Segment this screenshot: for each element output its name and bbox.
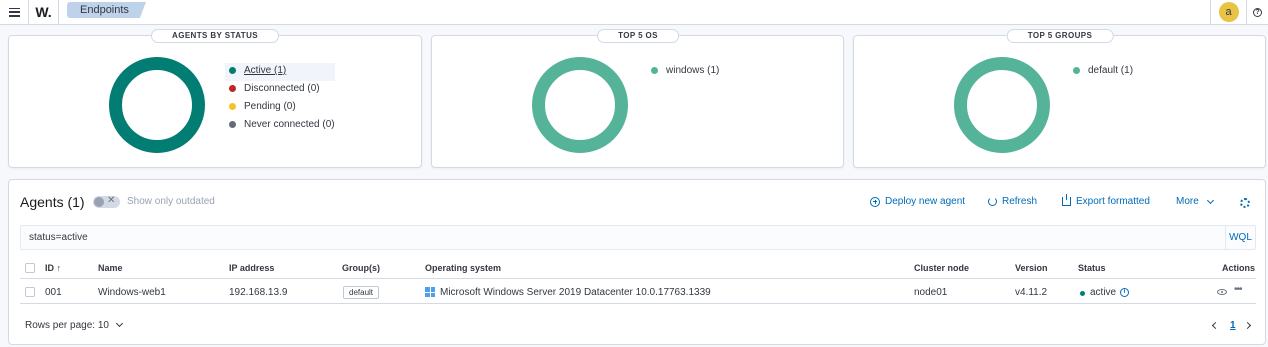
deploy-new-agent-button[interactable]: Deploy new agent	[870, 196, 965, 207]
agent-status: active	[1090, 287, 1117, 298]
search-bar[interactable]: status=active WQL	[20, 225, 1256, 250]
agents-by-status-panel: AGENTS BY STATUS Active (1) Disconnected…	[8, 29, 422, 168]
os-donut-chart[interactable]	[532, 57, 628, 153]
hamburger-icon	[8, 7, 20, 17]
agent-cluster-node: node01	[914, 287, 948, 298]
toggle-label: Show only outdated	[127, 196, 215, 207]
column-header-status[interactable]: Status	[1078, 263, 1106, 273]
rows-per-page-button[interactable]: Rows per page: 10	[25, 319, 123, 331]
top-bar: W. Endpoints a ?	[0, 0, 1268, 25]
windows-icon	[425, 287, 435, 297]
column-header-cluster-node[interactable]: Cluster node	[914, 263, 969, 273]
avatar: a	[1218, 2, 1239, 22]
agent-id[interactable]: 001	[45, 287, 62, 298]
status-dot-icon	[1080, 291, 1085, 296]
toggle-knob	[94, 197, 104, 207]
column-header-groups[interactable]: Group(s)	[342, 263, 380, 273]
chevron-right-icon	[1243, 321, 1252, 330]
column-header-version[interactable]: Version	[1015, 263, 1048, 273]
column-header-name[interactable]: Name	[98, 263, 123, 273]
info-icon[interactable]: i	[1120, 288, 1129, 297]
column-header-id[interactable]: ID ↑	[45, 263, 61, 273]
search-input[interactable]: status=active	[29, 232, 88, 243]
user-menu[interactable]: a	[1210, 0, 1246, 24]
agent-name[interactable]: Windows-web1	[98, 287, 166, 298]
close-icon: ✕	[107, 195, 116, 206]
next-page-button[interactable]	[1243, 320, 1252, 331]
default-dot-icon	[1073, 67, 1080, 74]
active-dot-icon	[229, 67, 236, 74]
help-icon: ?	[1253, 7, 1262, 17]
groups-legend: default (1)	[1073, 63, 1133, 81]
panel-title: TOP 5 OS	[597, 29, 679, 43]
agent-ip: 192.168.13.9	[229, 287, 288, 298]
chevron-left-icon	[1211, 321, 1220, 330]
more-actions-icon[interactable]: •••	[1234, 284, 1242, 295]
column-header-actions: Actions	[1222, 263, 1256, 273]
panel-title: TOP 5 GROUPS	[1006, 29, 1114, 43]
windows-dot-icon	[651, 67, 658, 74]
export-icon	[1062, 194, 1071, 206]
export-formatted-button[interactable]: Export formatted	[1062, 194, 1150, 207]
header-divider	[20, 278, 1256, 279]
top-5-groups-panel: TOP 5 GROUPS default (1)	[853, 29, 1266, 168]
menu-button[interactable]	[0, 0, 29, 24]
group-badge[interactable]: default	[343, 286, 380, 299]
disconnected-dot-icon	[229, 85, 236, 92]
legend-item-disconnected[interactable]: Disconnected (0)	[229, 81, 335, 99]
breadcrumb-endpoints[interactable]: Endpoints	[67, 2, 146, 18]
view-eye-icon[interactable]	[1217, 289, 1227, 295]
os-legend: windows (1)	[651, 63, 719, 81]
column-header-ip[interactable]: IP address	[229, 263, 274, 273]
legend-item-pending[interactable]: Pending (0)	[229, 99, 335, 117]
wql-button[interactable]: WQL	[1225, 226, 1255, 249]
refresh-icon	[988, 197, 997, 206]
help-button[interactable]: ?	[1246, 0, 1268, 24]
groups-donut-chart[interactable]	[954, 57, 1050, 153]
panel-title: AGENTS BY STATUS	[151, 29, 279, 43]
agent-os: Microsoft Windows Server 2019 Datacenter…	[440, 287, 711, 298]
refresh-button[interactable]: Refresh	[988, 196, 1037, 207]
status-donut-chart[interactable]	[109, 57, 205, 153]
app-logo[interactable]: W.	[29, 0, 59, 24]
chevron-down-icon	[1206, 196, 1214, 204]
agent-version: v4.11.2	[1015, 287, 1048, 298]
column-header-os[interactable]: Operating system	[425, 263, 501, 273]
agents-title: Agents (1)	[20, 194, 85, 210]
legend-item-active[interactable]: Active (1)	[225, 63, 335, 81]
agents-table-panel: Agents (1) ✕ Show only outdated Deploy n…	[8, 179, 1266, 345]
legend-item-default[interactable]: default (1)	[1073, 63, 1133, 81]
page-1-button[interactable]: 1	[1230, 320, 1236, 331]
never-connected-dot-icon	[229, 121, 236, 128]
select-all-checkbox[interactable]	[25, 263, 35, 273]
status-legend: Active (1) Disconnected (0) Pending (0) …	[225, 63, 335, 135]
top-5-os-panel: TOP 5 OS windows (1)	[431, 29, 844, 168]
chevron-down-icon	[115, 319, 123, 328]
row-divider	[20, 303, 1256, 304]
previous-page-button[interactable]	[1211, 320, 1220, 331]
show-outdated-toggle[interactable]: ✕	[93, 195, 120, 208]
row-checkbox[interactable]	[25, 287, 35, 297]
plus-circle-icon	[870, 196, 880, 207]
pending-dot-icon	[229, 103, 236, 110]
gear-icon[interactable]	[1240, 198, 1250, 208]
legend-item-never-connected[interactable]: Never connected (0)	[229, 117, 335, 135]
more-button[interactable]: More	[1176, 196, 1214, 207]
legend-item-windows[interactable]: windows (1)	[651, 63, 719, 81]
sort-ascending-icon: ↑	[56, 263, 62, 273]
